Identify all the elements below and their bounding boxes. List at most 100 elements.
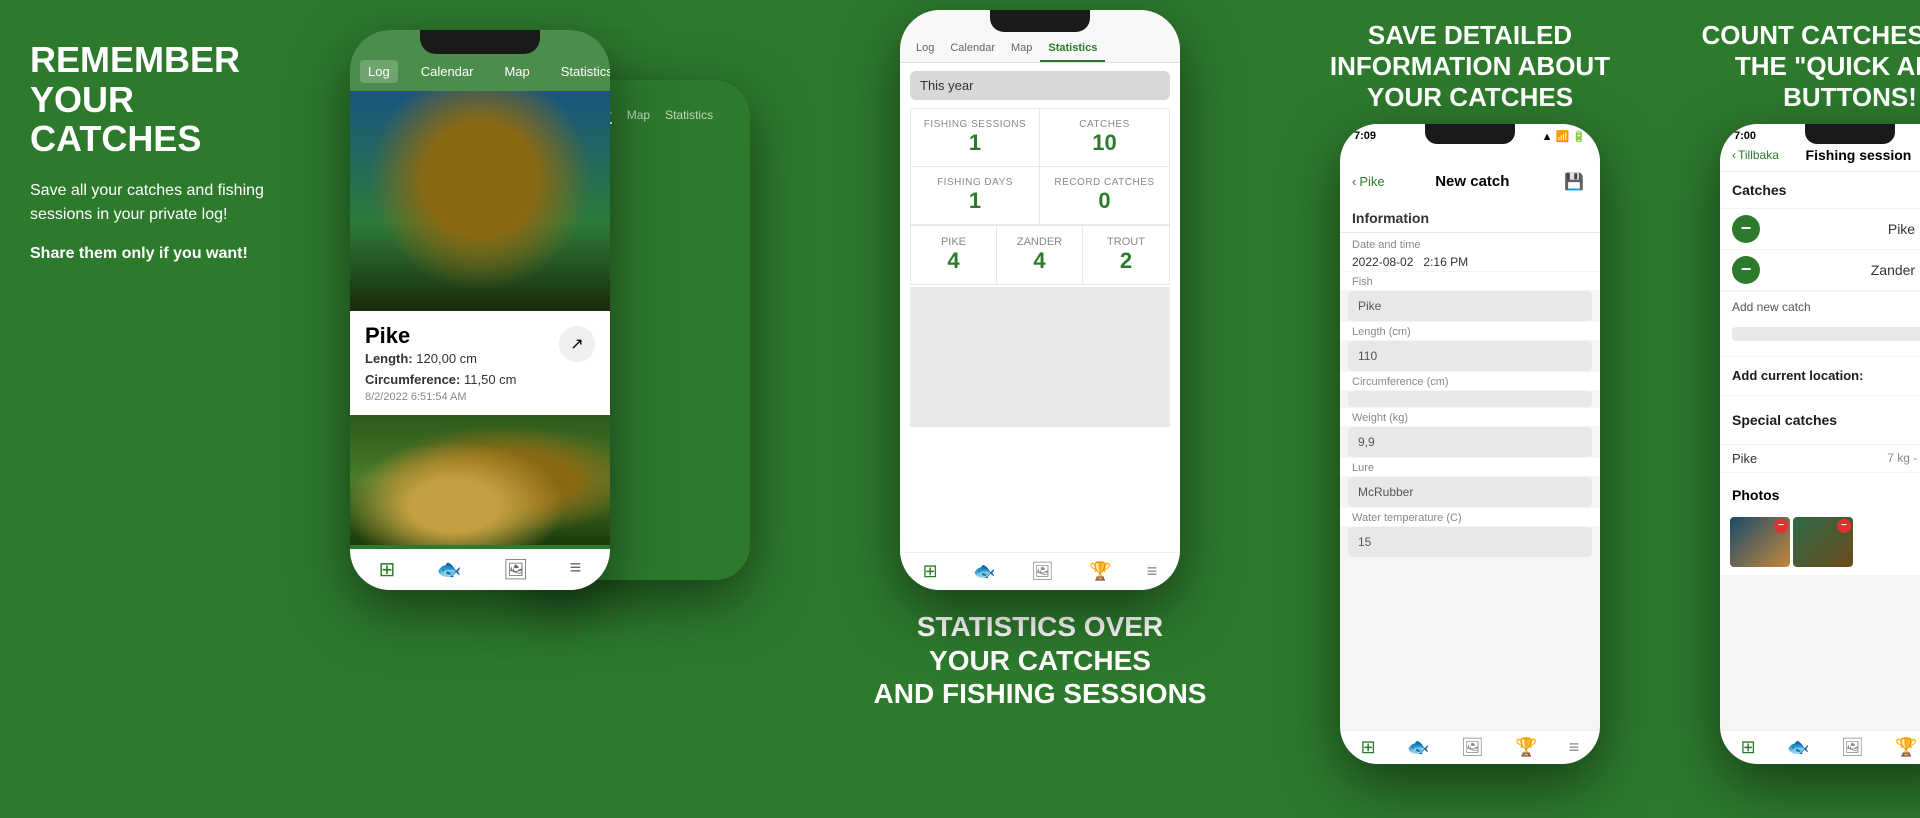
fish-person-image bbox=[350, 91, 610, 311]
tab-map[interactable]: Map bbox=[1003, 38, 1040, 62]
stats-nav-photo[interactable]: 🖼 bbox=[1031, 561, 1054, 582]
stats-screen: Log Calendar Map Statistics This year FI… bbox=[900, 10, 1180, 590]
nc-back-label: Pike bbox=[1359, 174, 1384, 189]
qa-photo-1[interactable]: − bbox=[1730, 517, 1790, 567]
qa-header: ‹ Tillbaka Fishing session bbox=[1720, 143, 1920, 172]
nc-water-temp-input[interactable]: 15 bbox=[1348, 527, 1592, 557]
nc-circumference-group: Circumference (cm) bbox=[1340, 372, 1600, 390]
fish-hand-image bbox=[350, 415, 610, 545]
new-catch-screen: 7:09 ▲ 📶 🔋 ‹ Pike New catch 💾 Informatio… bbox=[1340, 124, 1600, 764]
nc-circumference-input[interactable] bbox=[1348, 391, 1592, 407]
section1-headline: REMEMBER YOUR CATCHES bbox=[30, 40, 290, 159]
qa-back-button[interactable]: ‹ Tillbaka bbox=[1732, 148, 1779, 162]
nc-date-value: 2022-08-02 bbox=[1352, 255, 1413, 269]
chevron-left-icon: ‹ bbox=[1352, 174, 1356, 189]
nc-water-temp-group: Water temperature (C) bbox=[1340, 508, 1600, 526]
qa-nav-photo[interactable]: 🖼 bbox=[1841, 737, 1864, 758]
tab-map-back[interactable]: Map bbox=[627, 108, 650, 124]
qa-photo1-remove-button[interactable]: − bbox=[1774, 519, 1788, 533]
nav-icon-photo[interactable]: 🖼 bbox=[503, 557, 528, 582]
qa-nav-trophy[interactable]: 🏆 bbox=[1895, 737, 1917, 758]
section2-headline1: STATISTICS OVER bbox=[874, 610, 1207, 644]
phone1-tab-map[interactable]: Map bbox=[496, 60, 537, 83]
qa-add-input[interactable] bbox=[1732, 327, 1920, 341]
stats-nav-menu[interactable]: ≡ bbox=[1147, 561, 1158, 582]
tab-statistics-back[interactable]: Statistics bbox=[665, 108, 713, 124]
qa-photo-row: − − bbox=[1720, 517, 1920, 575]
nc-datetime-values: 2022-08-02 2:16 PM bbox=[1352, 255, 1588, 269]
qa-screen: 7:00 ▲ 📶 🔋 ‹ Tillbaka Fishing session Ca… bbox=[1720, 124, 1920, 764]
qa-catches-section: Catches 7 − Pike + 3 − Zander + 4 bbox=[1720, 172, 1920, 291]
nc-status-bar: 7:09 ▲ 📶 🔋 bbox=[1340, 124, 1600, 143]
qa-catches-title: Catches bbox=[1732, 182, 1786, 198]
nc-fish-input[interactable]: Pike bbox=[1348, 291, 1592, 321]
nc-back-button[interactable]: ‹ Pike bbox=[1352, 174, 1385, 189]
phone1-tab-calendar[interactable]: Calendar bbox=[413, 60, 482, 83]
statistics-phone-shell: Log Calendar Map Statistics This year FI… bbox=[900, 10, 1180, 590]
nc-fish-label: Fish bbox=[1352, 276, 1588, 288]
nc-title: New catch bbox=[1435, 173, 1509, 190]
tab-log[interactable]: Log bbox=[908, 38, 942, 62]
nc-nav-photo[interactable]: 🖼 bbox=[1461, 737, 1484, 758]
qa-minus-pike[interactable]: − bbox=[1732, 215, 1760, 243]
section2-headline3: AND FISHING SESSIONS bbox=[874, 677, 1207, 711]
nav-icon-fish[interactable]: 🐟 bbox=[437, 557, 462, 582]
section3-text: SAVE DETAILED INFORMATION ABOUT YOUR CAT… bbox=[1280, 5, 1660, 124]
stats-nav-fish[interactable]: 🐟 bbox=[973, 561, 995, 582]
qa-special-row-pike[interactable]: Pike 7 kg - 100 cm › bbox=[1720, 444, 1920, 472]
nav-icon-grid[interactable]: ⊞ bbox=[379, 557, 396, 582]
qa-photo2-remove-button[interactable]: − bbox=[1837, 519, 1851, 533]
phone1-screen: Log Calendar Map Statistics ↗ Pike Lengt… bbox=[350, 30, 610, 590]
nc-nav-fish[interactable]: 🐟 bbox=[1407, 737, 1429, 758]
stat-record-catches: RECORD CATCHES 0 bbox=[1040, 167, 1169, 225]
stats-bottom-nav: ⊞ 🐟 🖼 🏆 ≡ bbox=[900, 552, 1180, 590]
qa-nav-grid[interactable]: ⊞ bbox=[1741, 737, 1756, 758]
section-quick-add: COUNT CATCHES WITH THE "QUICK ADD" BUTTO… bbox=[1660, 0, 1920, 818]
nc-lure-input[interactable]: McRubber bbox=[1348, 477, 1592, 507]
nc-nav-grid[interactable]: ⊞ bbox=[1361, 737, 1376, 758]
qa-add-row: + bbox=[1732, 320, 1920, 348]
qa-time: 7:00 bbox=[1734, 130, 1756, 143]
catch-timestamp: 8/2/2022 6:51:54 AM bbox=[365, 391, 595, 403]
section1-desc1: Save all your catches and fishing sessio… bbox=[30, 179, 290, 227]
phone1-bottom-nav: ⊞ 🐟 🖼 ≡ bbox=[350, 549, 610, 590]
nc-save-button[interactable]: 💾 bbox=[1560, 168, 1588, 196]
nc-nav-trophy[interactable]: 🏆 bbox=[1515, 737, 1537, 758]
qa-special-fish-name: Pike bbox=[1732, 451, 1757, 466]
phone1-container: Log Calendar Map Statistics Log Calendar… bbox=[320, 0, 800, 818]
nc-fish-group: Fish bbox=[1340, 272, 1600, 290]
share-button[interactable]: ↗ bbox=[559, 326, 595, 362]
qa-chevron-left-icon: ‹ bbox=[1732, 148, 1736, 162]
qa-special-header: Special catches + bbox=[1720, 396, 1920, 444]
species-trout: TROUT 2 bbox=[1083, 226, 1169, 284]
qa-photos-section: Photos + − − bbox=[1720, 473, 1920, 575]
nc-length-input[interactable]: 110 bbox=[1348, 341, 1592, 371]
stats-filter-dropdown[interactable]: This year bbox=[910, 71, 1170, 100]
nc-weight-input[interactable]: 9,9 bbox=[1348, 427, 1592, 457]
nav-icon-menu[interactable]: ≡ bbox=[570, 557, 582, 582]
qa-special-fish-value: 7 kg - 100 cm › bbox=[1887, 451, 1920, 465]
phone1-tab-log[interactable]: Log bbox=[360, 60, 398, 83]
section-remember: REMEMBER YOUR CATCHES Save all your catc… bbox=[0, 0, 320, 818]
nc-lure-label: Lure bbox=[1352, 462, 1588, 474]
stats-tab-bar: Log Calendar Map Statistics bbox=[900, 10, 1180, 63]
qa-back-label: Tillbaka bbox=[1738, 148, 1779, 162]
phone1-nav: Log Calendar Map Statistics bbox=[350, 30, 610, 91]
stats-nav-trophy[interactable]: 🏆 bbox=[1089, 561, 1111, 582]
nc-weight-label: Weight (kg) bbox=[1352, 412, 1588, 424]
nc-length-group: Length (cm) bbox=[1340, 322, 1600, 340]
qa-photo-2[interactable]: − bbox=[1793, 517, 1853, 567]
tab-calendar[interactable]: Calendar bbox=[942, 38, 1003, 62]
nc-nav-menu[interactable]: ≡ bbox=[1569, 737, 1580, 758]
qa-screen-title: Fishing session bbox=[1806, 147, 1912, 163]
tab-statistics[interactable]: Statistics bbox=[1040, 38, 1105, 62]
nc-signal: ▲ 📶 🔋 bbox=[1542, 130, 1586, 143]
catch-photo-small bbox=[350, 415, 610, 545]
stats-nav-grid[interactable]: ⊞ bbox=[923, 561, 938, 582]
qa-location-section: Add current location: bbox=[1720, 357, 1920, 395]
phone1-tab-statistics[interactable]: Statistics bbox=[553, 60, 610, 83]
new-catch-phone-shell: 7:09 ▲ 📶 🔋 ‹ Pike New catch 💾 Informatio… bbox=[1340, 124, 1600, 764]
stat-fishing-days: FISHING DAYS 1 bbox=[911, 167, 1040, 225]
qa-nav-fish[interactable]: 🐟 bbox=[1787, 737, 1809, 758]
qa-minus-zander[interactable]: − bbox=[1732, 256, 1760, 284]
